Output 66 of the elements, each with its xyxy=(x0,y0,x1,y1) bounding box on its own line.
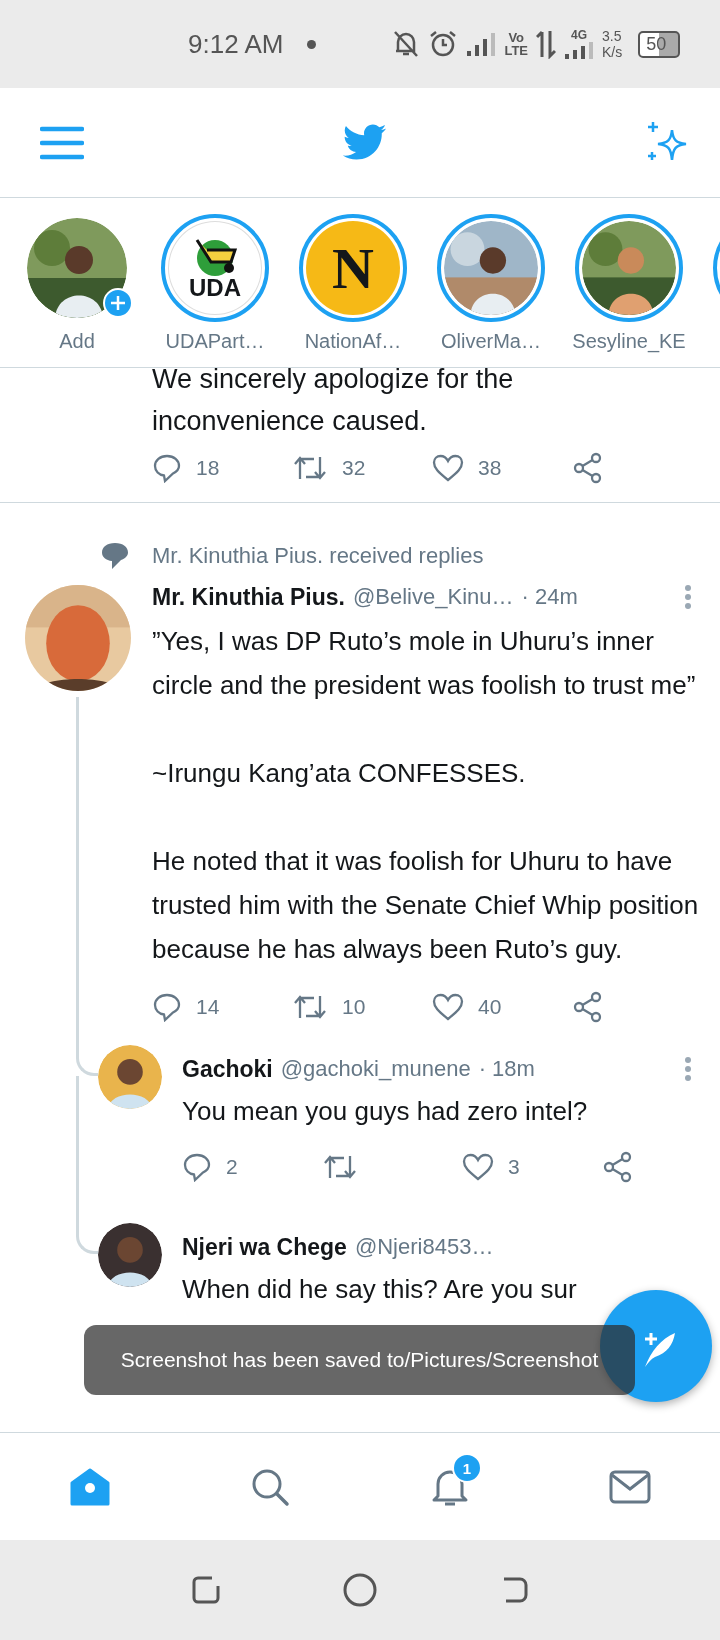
story-ring[interactable] xyxy=(437,214,545,322)
share-icon[interactable] xyxy=(602,1151,634,1183)
signal-icon xyxy=(564,41,594,59)
more-icon[interactable] xyxy=(684,584,692,610)
volte-label: LTE xyxy=(504,44,528,57)
network-label: 4G xyxy=(571,29,587,41)
tweet-text: ~Irungu Kang’ata CONFESSES. xyxy=(152,757,527,790)
context-text: Mr. Kinuthia Pius. received replies xyxy=(152,543,484,569)
action-count: 10 xyxy=(342,995,366,1019)
home-icon[interactable] xyxy=(68,1466,112,1507)
home-button-icon[interactable] xyxy=(342,1572,378,1608)
add-story-icon[interactable] xyxy=(103,288,133,318)
volte-label: Vo xyxy=(508,31,525,44)
author-name[interactable]: Mr. Kinuthia Pius. xyxy=(152,583,345,611)
tweet-text: He noted that it was foolish for Uhuru to have trusted him with the Senate Chief Whip position because he has always been Ruto’s guy. xyxy=(152,845,700,966)
story-ring[interactable]: N xyxy=(299,214,407,322)
status-time: 9:12 AM xyxy=(188,28,284,60)
author-handle[interactable]: @Belive_Kinu… xyxy=(352,584,514,610)
story-ring[interactable] xyxy=(575,214,683,322)
tweet-time: · 18m xyxy=(478,1056,535,1082)
story-name: OliverMa… xyxy=(441,330,541,353)
bell-off-icon xyxy=(392,29,421,59)
story-name: NationAf… xyxy=(304,330,402,353)
heart-icon[interactable] xyxy=(432,453,464,483)
heart-icon[interactable] xyxy=(432,992,464,1022)
action-count: 40 xyxy=(478,995,502,1019)
battery-indicator: 50 xyxy=(638,30,681,58)
share-icon[interactable] xyxy=(572,991,604,1023)
action-count: 18 xyxy=(196,456,220,480)
speed-value: 3.5 xyxy=(602,28,623,44)
tweet-time: · 24m xyxy=(521,584,578,610)
action-count: 38 xyxy=(478,456,502,480)
tweet-text: ”Yes, I was DP Ruto’s mole in Uhuru’s inner circle and the president was foolish to trust me” xyxy=(152,625,697,702)
action-count: 14 xyxy=(196,995,220,1019)
share-icon[interactable] xyxy=(572,452,604,484)
story-name: UDAPart… xyxy=(165,330,265,353)
reply-text: You mean you guys had zero intel? xyxy=(182,1095,589,1128)
logo-avatar[interactable]: N xyxy=(306,221,400,315)
tweet-text: We sincerely apologize for the inconvenience caused. xyxy=(152,368,515,438)
story-name: Sesyline_KE xyxy=(572,330,686,353)
menu-icon[interactable] xyxy=(40,124,84,161)
author-name[interactable]: Njeri wa Chege xyxy=(182,1233,347,1261)
reply-icon[interactable] xyxy=(152,992,182,1022)
data-arrows-icon xyxy=(536,29,556,59)
action-count: 32 xyxy=(342,456,366,480)
reply-text: When did he say this? Are you sur xyxy=(182,1273,578,1306)
notification-badge: 1 xyxy=(452,1453,482,1483)
logo-avatar[interactable]: UDA xyxy=(168,221,262,315)
notification-dot-icon xyxy=(307,39,317,49)
recents-icon[interactable] xyxy=(190,1574,222,1606)
story-name: Add xyxy=(59,330,95,353)
author-handle[interactable]: @Njeri8453… xyxy=(354,1234,494,1260)
heart-icon[interactable] xyxy=(462,1152,494,1182)
author-name[interactable]: Gachoki xyxy=(182,1055,273,1083)
more-icon[interactable] xyxy=(684,1056,692,1082)
story-ring[interactable]: UDA xyxy=(161,214,269,322)
action-count: 3 xyxy=(508,1155,520,1179)
mail-icon[interactable] xyxy=(609,1469,651,1504)
speech-bubble-icon xyxy=(100,541,130,571)
author-handle[interactable]: @gachoki_munene xyxy=(280,1056,471,1082)
reply-icon[interactable] xyxy=(152,453,182,483)
reply-icon[interactable] xyxy=(182,1152,212,1182)
speed-unit: K/s xyxy=(602,44,623,60)
signal-icon xyxy=(466,31,497,57)
toast-message: Screenshot has been saved to/Pictures/Screenshot xyxy=(84,1325,635,1395)
action-count: 2 xyxy=(226,1155,238,1179)
